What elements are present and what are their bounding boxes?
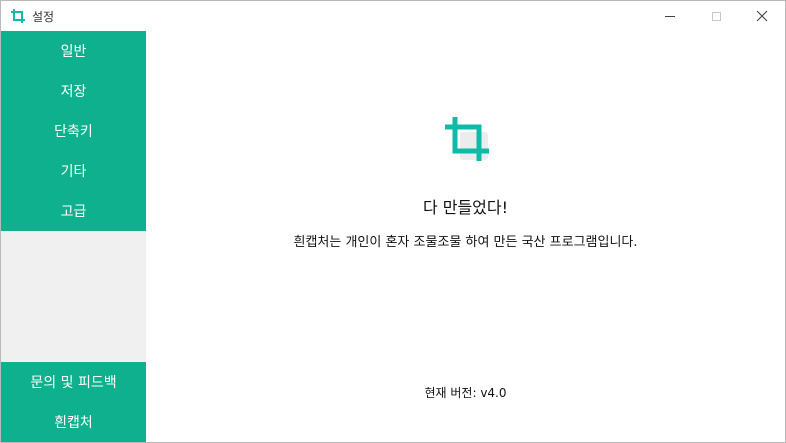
minimize-button[interactable] bbox=[647, 1, 693, 31]
crop-icon bbox=[11, 9, 25, 23]
maximize-icon bbox=[711, 11, 721, 21]
close-button[interactable] bbox=[739, 1, 785, 31]
sidebar-item-about[interactable]: 흰캡처 bbox=[1, 402, 146, 442]
sidebar-item-feedback[interactable]: 문의 및 피드백 bbox=[1, 362, 146, 402]
sidebar-item-shortcuts[interactable]: 단축키 bbox=[1, 111, 146, 151]
sidebar: 일반 저장 단축키 기타 고급 문의 및 피드백 흰캡처 bbox=[1, 31, 146, 442]
sidebar-nav: 일반 저장 단축키 기타 고급 bbox=[1, 31, 146, 231]
description: 흰캡처는 개인이 혼자 조물조물 하여 만든 국산 프로그램입니다. bbox=[293, 235, 638, 250]
main-content: 다 만들었다! 흰캡처는 개인이 혼자 조물조물 하여 만든 국산 프로그램입니… bbox=[146, 31, 785, 442]
sidebar-item-general[interactable]: 일반 bbox=[1, 31, 146, 71]
close-icon bbox=[756, 10, 768, 22]
crop-icon bbox=[445, 117, 489, 161]
settings-window: 설정 일반 저장 단축키 기타 고급 문의 및 피드백 흰캡처 다 만들었다! … bbox=[0, 0, 786, 443]
maximize-button[interactable] bbox=[693, 1, 739, 31]
version-label: 현재 버전: v4.0 bbox=[424, 386, 507, 400]
sidebar-item-save[interactable]: 저장 bbox=[1, 71, 146, 111]
window-title: 설정 bbox=[32, 10, 55, 24]
headline: 다 만들었다! bbox=[422, 198, 509, 217]
sidebar-bottom-nav: 문의 및 피드백 흰캡처 bbox=[1, 362, 146, 442]
minimize-icon bbox=[665, 15, 675, 17]
sidebar-item-advanced[interactable]: 고급 bbox=[1, 191, 146, 231]
title-bar[interactable]: 설정 bbox=[1, 1, 785, 31]
sidebar-item-etc[interactable]: 기타 bbox=[1, 151, 146, 191]
